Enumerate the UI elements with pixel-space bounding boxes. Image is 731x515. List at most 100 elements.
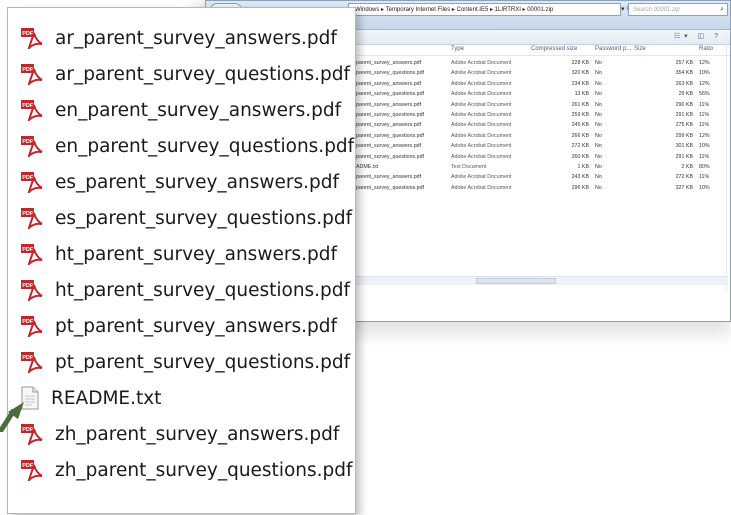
row-size: 272 KB <box>675 174 693 181</box>
row-size: 327 KB <box>675 184 693 191</box>
row-name: parent_survey_questions.pdf <box>356 184 425 191</box>
row-ratio: 12% <box>699 60 710 66</box>
list-item[interactable]: PDF ht_parent_survey_questions.pdf <box>20 273 350 307</box>
row-password: No <box>595 80 602 87</box>
row-password: No <box>595 143 602 150</box>
horizontal-scrollbar[interactable] <box>356 276 728 285</box>
row-password: No <box>595 70 602 77</box>
row-name: parent_survey_answers.pdf <box>356 60 422 66</box>
row-ratio: 11% <box>699 101 710 108</box>
address-bar[interactable]: Windows ▸ Temporary Internet Files ▸ Con… <box>348 3 621 16</box>
row-size: 257 KB <box>675 60 693 66</box>
row-size: 29 KB <box>678 91 693 98</box>
pdf-icon: PDF <box>20 135 44 157</box>
row-password: No <box>595 122 602 129</box>
row-compressed-size: 272 KB <box>571 143 589 150</box>
list-item[interactable]: PDF pt_parent_survey_answers.pdf <box>20 309 337 343</box>
row-type: Adobe Acrobat Document <box>451 184 512 191</box>
row-name: parent_survey_answers.pdf <box>356 101 422 108</box>
row-size: 301 KB <box>675 143 693 150</box>
row-type: Adobe Acrobat Document <box>451 70 512 77</box>
list-item[interactable]: PDF en_parent_survey_questions.pdf <box>20 129 354 163</box>
row-compressed-size: 1 KB <box>577 163 589 170</box>
file-name: ht_parent_survey_questions.pdf <box>55 279 351 301</box>
row-compressed-size: 259 KB <box>571 111 589 118</box>
row-size: 275 KB <box>675 122 693 129</box>
file-name: es_parent_survey_questions.pdf <box>55 207 353 229</box>
list-item[interactable]: PDF zh_parent_survey_questions.pdf <box>20 453 353 487</box>
column-header-size[interactable]: Size <box>634 46 646 52</box>
row-ratio: 11% <box>699 111 710 118</box>
pdf-icon: PDF <box>20 243 44 265</box>
pdf-icon: PDF <box>20 351 44 373</box>
pdf-icon: PDF <box>20 207 44 229</box>
row-compressed-size: 234 KB <box>571 80 589 87</box>
row-compressed-size: 296 KB <box>571 184 589 191</box>
file-name: pt_parent_survey_questions.pdf <box>55 351 351 373</box>
scrollbar-thumb[interactable] <box>476 278 556 284</box>
row-password: No <box>595 101 602 108</box>
row-size: 291 KB <box>675 111 693 118</box>
row-name: parent_survey_questions.pdf <box>356 91 425 98</box>
row-ratio: 11% <box>699 153 710 160</box>
row-name: parent_survey_questions.pdf <box>356 132 425 139</box>
row-ratio: 10% <box>699 70 710 77</box>
pdf-icon: PDF <box>20 279 44 301</box>
list-item[interactable]: PDF ar_parent_survey_answers.pdf <box>20 21 337 55</box>
pdf-icon: PDF <box>20 27 44 49</box>
row-name: parent_survey_answers.pdf <box>356 174 422 181</box>
file-name: ar_parent_survey_answers.pdf <box>55 27 337 49</box>
row-type: Adobe Acrobat Document <box>451 101 512 108</box>
row-name: parent_survey_questions.pdf <box>356 111 425 118</box>
arrow-pointer-icon <box>0 402 24 432</box>
file-name: en_parent_survey_answers.pdf <box>55 99 342 121</box>
pdf-icon: PDF <box>20 459 44 481</box>
column-header-type[interactable]: Type <box>451 46 464 52</box>
column-header-ratio[interactable]: Ratio <box>699 46 713 52</box>
row-name: parent_survey_questions.pdf <box>356 70 425 77</box>
row-type: Adobe Acrobat Document <box>451 143 512 150</box>
row-ratio: 11% <box>699 174 710 181</box>
file-name: README.txt <box>51 387 162 409</box>
view-options-icons[interactable]: ☷▾ ◫ ? <box>674 32 722 40</box>
row-type: Text Document <box>451 163 487 170</box>
row-type: Adobe Acrobat Document <box>451 122 512 129</box>
row-ratio: 12% <box>699 132 710 139</box>
row-compressed-size: 228 KB <box>571 60 589 66</box>
list-item[interactable]: PDF zh_parent_survey_answers.pdf <box>20 417 339 451</box>
file-name: es_parent_survey_answers.pdf <box>55 171 339 193</box>
list-item[interactable]: PDF en_parent_survey_answers.pdf <box>20 93 341 127</box>
file-name: zh_parent_survey_answers.pdf <box>55 423 340 445</box>
search-icon: ⌕ <box>720 6 724 13</box>
pdf-icon: PDF <box>20 63 44 85</box>
divider <box>726 31 727 291</box>
column-header-compressed-size[interactable]: Compressed size <box>531 46 577 52</box>
file-name: pt_parent_survey_answers.pdf <box>55 315 337 337</box>
row-password: No <box>595 163 602 170</box>
row-ratio: 12% <box>699 80 710 87</box>
column-header-password[interactable]: Password p... <box>595 46 631 52</box>
row-size: 291 KB <box>675 153 693 160</box>
list-item[interactable]: README.txt <box>20 381 161 415</box>
row-type: Adobe Acrobat Document <box>451 80 512 87</box>
row-compressed-size: 320 KB <box>571 70 589 77</box>
search-input[interactable]: Search 00001.zip ⌕ <box>628 3 728 16</box>
list-item[interactable]: PDF es_parent_survey_questions.pdf <box>20 201 352 235</box>
list-item[interactable]: PDF ht_parent_survey_answers.pdf <box>20 237 337 271</box>
list-item[interactable]: PDF es_parent_survey_answers.pdf <box>20 165 339 199</box>
row-ratio: 11% <box>699 122 710 129</box>
pdf-icon: PDF <box>20 99 44 121</box>
row-type: Adobe Acrobat Document <box>451 132 512 139</box>
row-compressed-size: 13 KB <box>574 91 589 98</box>
row-name: parent_survey_answers.pdf <box>356 122 422 129</box>
list-item[interactable]: PDF ar_parent_survey_questions.pdf <box>20 57 350 91</box>
row-password: No <box>595 153 602 160</box>
row-password: No <box>595 132 602 139</box>
row-ratio: 10% <box>699 143 710 150</box>
row-name: parent_survey_answers.pdf <box>356 80 422 87</box>
row-name: parent_survey_questions.pdf <box>356 153 425 160</box>
pdf-icon: PDF <box>20 315 44 337</box>
row-type: Adobe Acrobat Document <box>451 174 512 181</box>
row-password: No <box>595 184 602 191</box>
list-item[interactable]: PDF pt_parent_survey_questions.pdf <box>20 345 350 379</box>
